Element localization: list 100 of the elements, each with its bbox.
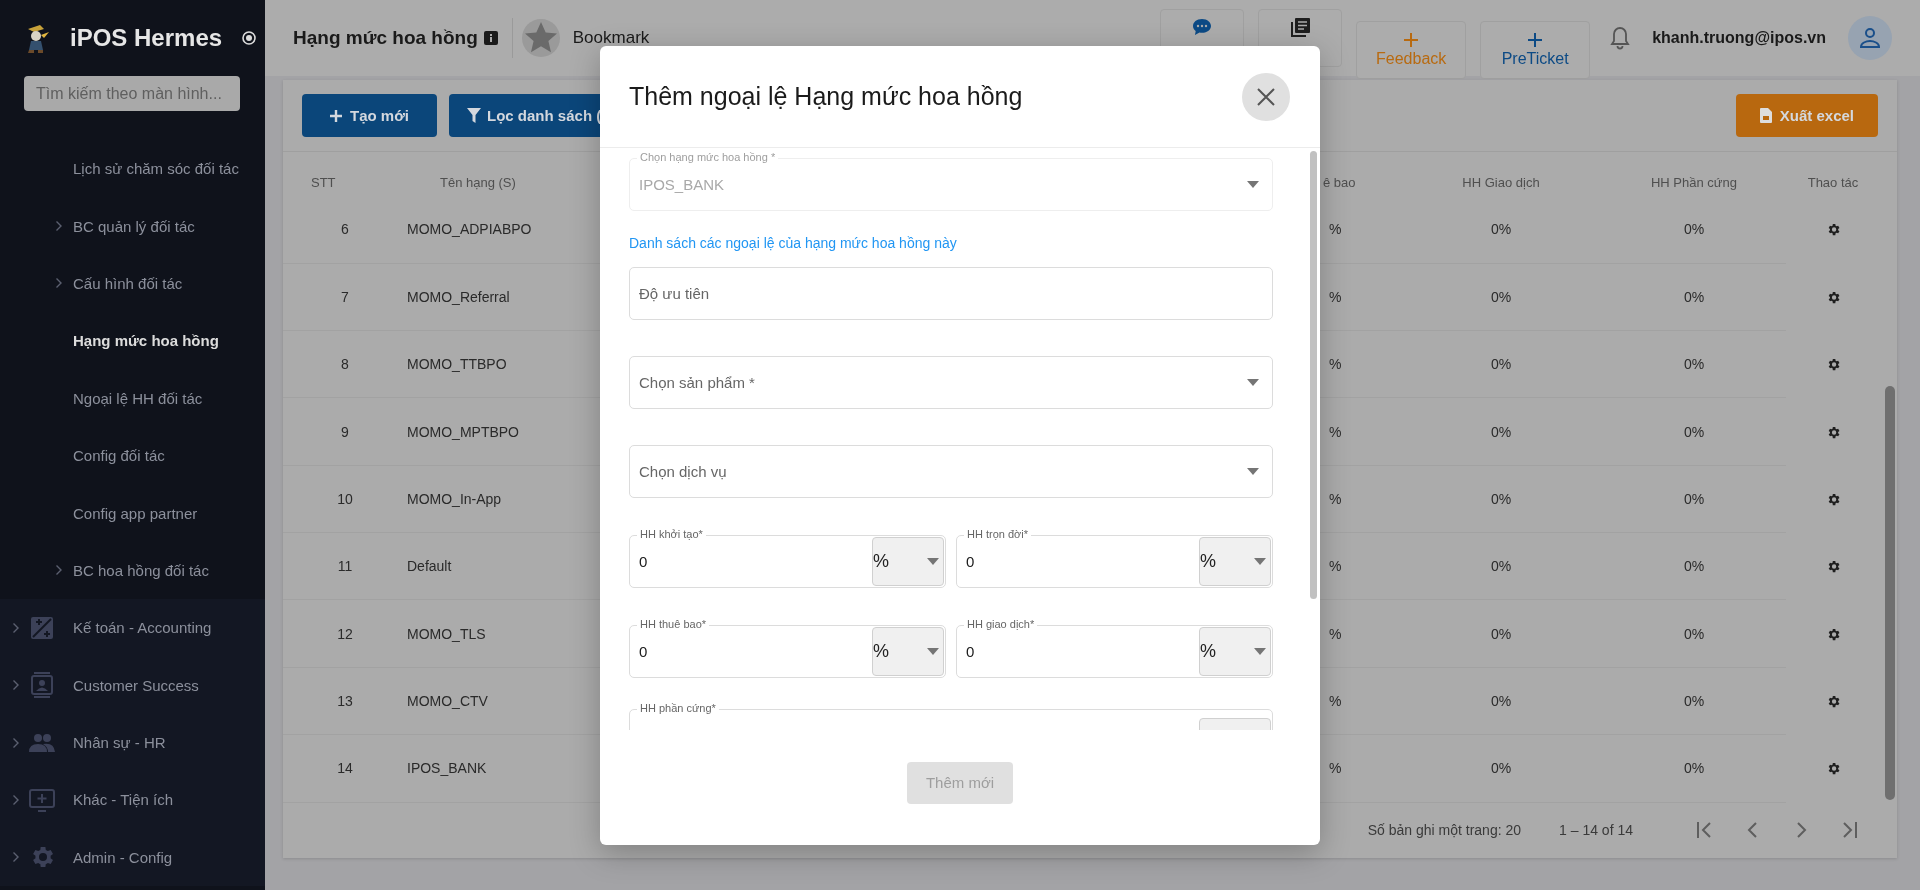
sidebar-item[interactable]: Hạng mức hoa hồng	[0, 312, 265, 370]
table-cell: 9	[283, 398, 407, 466]
field-label: HH trọn đời*	[964, 528, 1031, 541]
column-header: ê bao	[1323, 175, 1356, 191]
unit-select[interactable]: %	[872, 627, 944, 676]
bell-icon[interactable]	[1610, 26, 1631, 50]
table-cell: 0%	[1400, 600, 1602, 668]
chevron-icon	[12, 851, 20, 864]
brand-name: iPOS Hermes	[70, 24, 223, 52]
table-cell: 13	[283, 667, 407, 736]
bookmark-label[interactable]: Bookmark	[572, 28, 650, 48]
field-value: 0	[966, 553, 975, 570]
table-cell: %	[1323, 398, 1400, 466]
scrollbar[interactable]	[1885, 386, 1895, 800]
table-cell: 0%	[1400, 735, 1602, 803]
table-cell: %	[1323, 667, 1400, 736]
toolbar-button[interactable]: PreTicket	[1480, 21, 1591, 79]
chat-icon	[1192, 18, 1213, 36]
sidebar-item[interactable]: BC quản lý đối tác	[0, 197, 265, 255]
table-cell: 0%	[1602, 533, 1786, 601]
field-value: 0	[639, 643, 648, 660]
sidebar-item[interactable]: Cấu hình đối tác	[0, 254, 265, 313]
column-header: HH Giao dịch	[1462, 175, 1540, 191]
unit-select[interactable]: %	[872, 537, 944, 586]
table-cell: 0%	[1602, 398, 1786, 466]
field-label: HH thuê bao*	[637, 618, 710, 631]
sidebar-item[interactable]: Customer Success	[0, 656, 265, 714]
table-cell: 0%	[1602, 600, 1786, 668]
filter-icon	[467, 108, 481, 124]
column-header: Thao tác	[1807, 175, 1859, 191]
sidebar-item[interactable]: Kế toán - Accounting	[0, 599, 265, 657]
radio-icon[interactable]	[242, 31, 257, 45]
placeholder-text: Chọn dịch vụ	[639, 463, 727, 480]
field-value: IPOS_BANK	[639, 176, 725, 193]
table-cell: 0%	[1400, 263, 1602, 331]
sidebar-item[interactable]: Lịch sử chăm sóc đối tác	[0, 140, 265, 198]
chevron-icon	[55, 564, 63, 577]
field-value: 0	[966, 643, 975, 660]
column-header: HH Phần cứng	[1651, 175, 1737, 191]
table-cell: 7	[283, 263, 407, 331]
table-cell: 6	[283, 196, 407, 264]
sidebar-item[interactable]: BC hoa hồng đối tác	[0, 541, 265, 600]
badge-icon	[28, 671, 56, 700]
page-size: Số bản ghi một trang: 20	[1367, 822, 1522, 839]
info-icon[interactable]	[483, 31, 498, 45]
table-cell: %	[1323, 330, 1400, 399]
sidebar-item[interactable]: Config app partner	[0, 484, 265, 542]
table-cell: 0%	[1400, 330, 1602, 399]
caret-icon	[927, 558, 939, 565]
plus-icon	[330, 109, 342, 122]
scrollbar[interactable]	[1310, 151, 1317, 599]
table-cell: 14	[283, 735, 407, 803]
chevron-icon	[55, 277, 63, 290]
table-cell: 12	[283, 600, 407, 668]
section-note: Danh sách các ngoại lệ của hạng mức hoa hồng này	[629, 235, 958, 251]
sidebar-item[interactable]: Ngoại lệ HH đối tác	[0, 369, 265, 427]
table-cell: 0%	[1400, 465, 1602, 534]
close-icon	[1257, 87, 1275, 106]
avatar-icon[interactable]	[1848, 16, 1892, 60]
table-cell: %	[1323, 600, 1400, 668]
create-button[interactable]: Tạo mới	[302, 94, 437, 138]
table-cell: 11	[283, 533, 407, 601]
book-icon	[1290, 18, 1311, 38]
table-cell: %	[1323, 533, 1400, 601]
chevron-icon	[12, 736, 20, 749]
field-value: 0	[639, 553, 648, 570]
field-label: HH phần cứng*	[637, 702, 719, 715]
placeholder-text: Độ ưu tiên	[639, 285, 710, 302]
unit-select[interactable]: %	[1199, 627, 1271, 676]
sidebar-item[interactable]: Nhân sự - HR	[0, 713, 265, 772]
table-cell: 0%	[1602, 465, 1786, 534]
table-cell: %	[1323, 465, 1400, 534]
chevron-icon	[12, 679, 20, 692]
sidebar-item[interactable]: Khác - Tiện ích	[0, 771, 265, 829]
page-title: Hạng mức hoa hồng	[293, 27, 478, 49]
table-cell: 0%	[1602, 263, 1786, 331]
monitor-icon	[28, 786, 56, 814]
sidebar-item[interactable]: Admin - Config	[0, 828, 265, 887]
caret-icon	[1254, 648, 1266, 655]
search-field[interactable]: Tìm kiếm theo màn hình...	[24, 76, 240, 111]
table-cell: %	[1323, 263, 1400, 331]
caret-icon	[927, 648, 939, 655]
user-email: khanh.truong@ipos.vn	[1652, 29, 1826, 47]
table-cell: 0%	[1602, 735, 1786, 803]
sidebar-item[interactable]: Config đối tác	[0, 426, 265, 485]
chevron-icon	[12, 794, 20, 806]
table-cell: 10	[283, 465, 407, 534]
field-label: Chọn hạng mức hoa hồng *	[637, 151, 779, 164]
close-button[interactable]	[1242, 72, 1290, 121]
column-header: Tên hạng (S)	[440, 175, 516, 191]
plus-icon	[1527, 32, 1544, 48]
page-range: 1 – 14 of 14	[1559, 822, 1633, 839]
table-cell: %	[1323, 196, 1400, 264]
table-cell: 0%	[1400, 533, 1602, 601]
plus-icon	[1403, 32, 1420, 48]
unit-select[interactable]: %	[1199, 537, 1271, 586]
field-label: HH giao dịch*	[964, 618, 1038, 631]
column-header: STT	[311, 175, 336, 191]
table-cell: 0%	[1400, 667, 1602, 736]
chevron-icon	[12, 621, 20, 634]
